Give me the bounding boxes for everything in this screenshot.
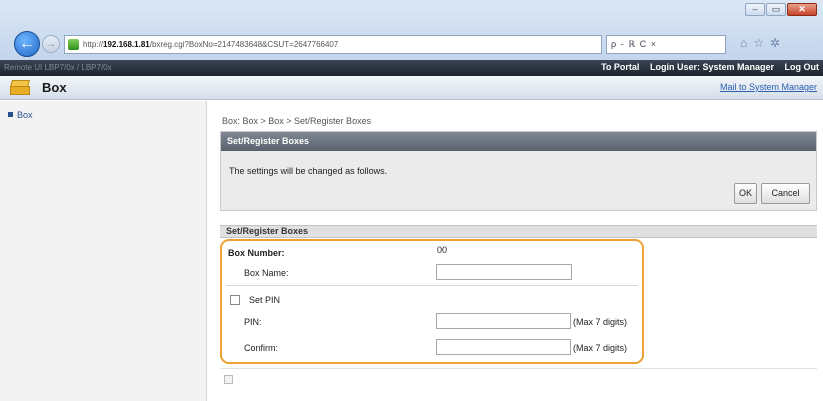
login-user-text: Login User: System Manager bbox=[649, 62, 774, 72]
back-button[interactable]: ← bbox=[14, 31, 40, 57]
minimize-button[interactable]: – bbox=[745, 3, 765, 16]
highlight-frame bbox=[220, 239, 644, 364]
confirm-panel-title: Set/Register Boxes bbox=[221, 132, 816, 151]
maximize-button[interactable]: ▭ bbox=[766, 3, 786, 16]
home-icon[interactable]: ⌂ bbox=[740, 36, 747, 50]
sidebar-item-box[interactable]: Box bbox=[8, 110, 33, 120]
ok-button[interactable]: OK bbox=[734, 183, 757, 204]
browser-toolbar-icons: ⌂ ☆ ✲ bbox=[740, 36, 780, 50]
log-out-link[interactable]: Log Out bbox=[785, 62, 820, 72]
to-portal-link[interactable]: To Portal bbox=[601, 62, 639, 72]
box-icon bbox=[8, 79, 34, 96]
site-favicon-icon bbox=[68, 39, 79, 50]
page-title: Box bbox=[42, 80, 67, 95]
bottom-divider bbox=[220, 368, 817, 369]
confirm-message: The settings will be changed as follows. bbox=[229, 166, 388, 176]
sidebar: Box bbox=[0, 101, 207, 401]
breadcrumb: Box: Box > Box > Set/Register Boxes bbox=[222, 116, 372, 126]
gear-icon[interactable]: ✲ bbox=[770, 36, 780, 50]
device-name: Remote UI LBP7/0x / LBP7/0x bbox=[4, 63, 112, 72]
forward-arrow-icon: → bbox=[45, 38, 57, 50]
mail-to-system-manager-link[interactable]: Mail to System Manager bbox=[720, 82, 817, 92]
star-icon[interactable]: ☆ bbox=[753, 36, 764, 50]
sidebar-item-label: Box bbox=[17, 110, 33, 120]
back-arrow-icon: ← bbox=[19, 35, 35, 52]
close-window-button[interactable]: ✕ bbox=[787, 3, 817, 16]
page-header: Box Mail to System Manager bbox=[0, 76, 823, 100]
confirm-panel: Set/Register Boxes The settings will be … bbox=[220, 131, 817, 211]
address-tools[interactable]: ρ - ℝ C × bbox=[606, 35, 726, 54]
url-path: /bxreg.cgi?BoxNo=2147483648&CSUT=2647766… bbox=[149, 40, 339, 49]
app-top-bar: Remote UI LBP7/0x / LBP7/0x To Portal Lo… bbox=[0, 60, 823, 76]
browser-chrome: – ▭ ✕ ← → http://192.168.1.81/bxreg.cgi?… bbox=[0, 0, 823, 60]
page-top-icon[interactable] bbox=[224, 375, 233, 384]
top-bar-links: To Portal Login User: System Manager Log… bbox=[593, 62, 819, 72]
url-prefix: http:// bbox=[83, 40, 104, 49]
window-controls: – ▭ ✕ bbox=[745, 3, 817, 16]
url-host: 192.168.1.81 bbox=[103, 40, 150, 49]
cancel-button[interactable]: Cancel bbox=[761, 183, 810, 204]
forward-button[interactable]: → bbox=[42, 35, 60, 53]
details-section-title: Set/Register Boxes bbox=[220, 225, 817, 238]
bullet-icon bbox=[8, 112, 13, 117]
address-bar[interactable]: http://192.168.1.81/bxreg.cgi?BoxNo=2147… bbox=[64, 35, 602, 54]
